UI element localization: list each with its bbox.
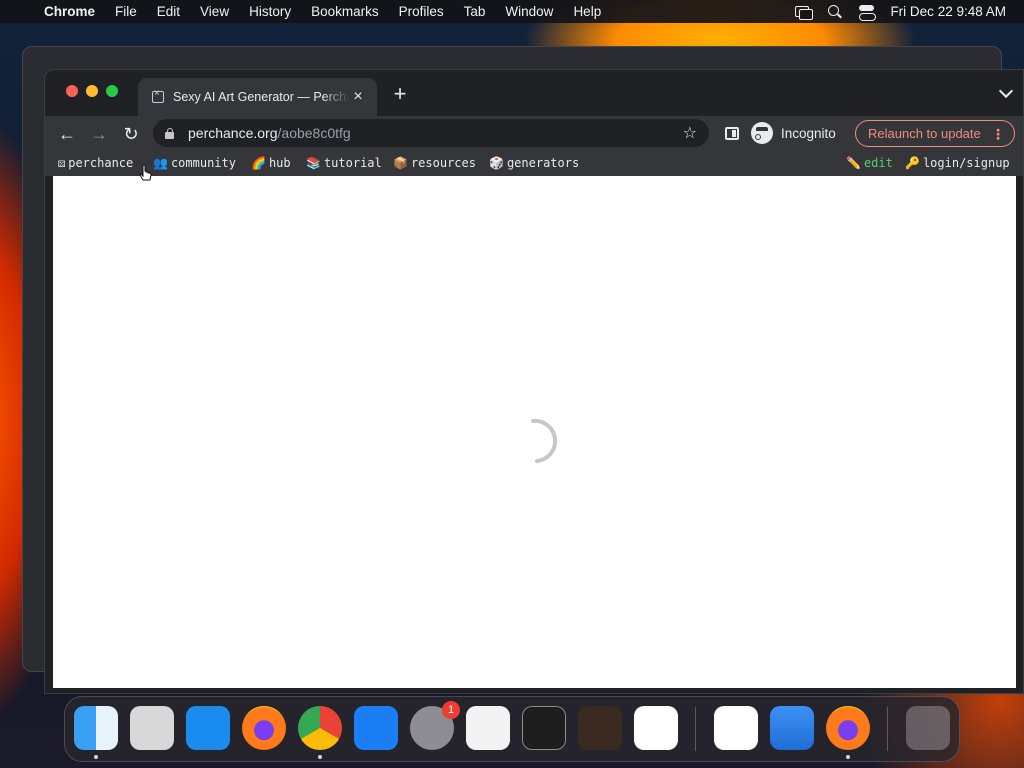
running-indicator (318, 755, 322, 759)
safari-icon[interactable] (186, 706, 230, 750)
perchance-favicon-icon (152, 88, 164, 103)
running-indicator (846, 755, 850, 759)
back-button[interactable]: ← (55, 122, 79, 146)
loading-spinner-icon (531, 418, 558, 463)
weather-icon[interactable] (770, 706, 814, 750)
url-path: /aobe8c0tfg (277, 125, 351, 141)
game-die-icon: 🎲 (489, 156, 504, 170)
mouse-pointer-icon (139, 164, 152, 181)
minimize-window-button[interactable] (86, 85, 98, 97)
relaunch-to-update-button[interactable]: Relaunch to update ⋮ (855, 120, 1015, 147)
menu-edit[interactable]: Edit (147, 4, 190, 19)
incognito-label: Incognito (781, 125, 836, 141)
pencil-icon: ✏️ (846, 156, 861, 170)
relaunch-label: Relaunch to update (868, 126, 981, 141)
bookmarks-bar: ⚄ perchance 👥 community 🌈 hub 📚 tutorial… (45, 152, 1023, 176)
lock-icon[interactable] (165, 127, 174, 139)
trash-icon[interactable] (906, 706, 950, 750)
menu-profiles[interactable]: Profiles (389, 4, 454, 19)
fullscreen-window-button[interactable] (106, 85, 118, 97)
bookmark-perchance[interactable]: ⚄ perchance (58, 156, 133, 170)
notification-badge: 1 (442, 701, 460, 719)
people-icon: 👥 (153, 156, 168, 170)
menu-tab[interactable]: Tab (454, 4, 496, 19)
incognito-profile-button[interactable]: Incognito (751, 120, 844, 146)
incognito-icon (751, 122, 773, 144)
running-indicator (94, 755, 98, 759)
chrome-menu-icon[interactable]: ⋮ (991, 127, 1005, 141)
bookmark-edit[interactable]: ✏️ edit (846, 156, 893, 170)
bookmark-generators[interactable]: 🎲 generators (489, 156, 579, 170)
control-center-icon[interactable] (858, 4, 877, 21)
chrome-window: Sexy AI Art Generator — Perchance × + ← … (44, 69, 1024, 694)
menu-file[interactable]: File (105, 4, 147, 19)
tab-search-chevron-icon[interactable] (998, 83, 1014, 99)
firefox-icon[interactable] (826, 706, 870, 750)
menu-view[interactable]: View (190, 4, 239, 19)
vscode-icon[interactable] (634, 706, 678, 750)
menu-bookmarks[interactable]: Bookmarks (301, 4, 389, 19)
menu-bar: Chrome File Edit View History Bookmarks … (0, 0, 1024, 23)
page-content[interactable] (53, 176, 1016, 688)
system-settings-icon[interactable]: 1 (410, 701, 460, 750)
toolbar: ← → ↻ perchance.org /aobe8c0tfg ☆ Incogn… (45, 116, 1023, 152)
textedit-icon[interactable] (466, 706, 510, 750)
bookmark-hub[interactable]: 🌈 hub (251, 156, 291, 170)
app-store-icon[interactable] (354, 706, 398, 750)
url-host: perchance.org (188, 125, 278, 141)
dock-separator (887, 707, 888, 751)
menu-help[interactable]: Help (563, 4, 611, 19)
address-bar[interactable]: perchance.org /aobe8c0tfg ☆ (153, 119, 709, 147)
tab-title: Sexy AI Art Generator — Perchance (173, 90, 349, 104)
launchpad-icon[interactable] (130, 706, 174, 750)
forward-button[interactable]: → (87, 122, 111, 146)
package-icon: 📦 (393, 156, 408, 170)
spotlight-search-icon[interactable] (826, 4, 844, 19)
new-tab-button[interactable]: + (389, 83, 411, 105)
tab-close-icon[interactable]: × (349, 88, 367, 106)
screen-mirroring-icon[interactable] (794, 5, 814, 20)
key-icon: 🔑 (905, 156, 920, 170)
menu-window[interactable]: Window (495, 4, 563, 19)
finder-icon[interactable] (74, 706, 118, 750)
menu-app-chrome[interactable]: Chrome (40, 4, 105, 19)
dock-separator (695, 707, 696, 751)
side-panel-icon[interactable] (725, 127, 739, 140)
dock: 1 (64, 696, 960, 762)
status-area: Fri Dec 22 9:48 AM (794, 4, 1024, 21)
tab-strip: Sexy AI Art Generator — Perchance × + (45, 70, 1023, 116)
books-icon: 📚 (306, 156, 321, 170)
firefox-icon[interactable] (242, 706, 286, 750)
bookmark-login-signup[interactable]: 🔑 login/signup (905, 156, 1010, 170)
menu-clock[interactable]: Fri Dec 22 9:48 AM (890, 4, 1006, 19)
bookmark-resources[interactable]: 📦 resources (393, 156, 476, 170)
rainbow-icon: 🌈 (251, 156, 266, 170)
tab-active[interactable]: Sexy AI Art Generator — Perchance × (138, 78, 377, 116)
chrome-icon[interactable] (298, 706, 342, 750)
reload-button[interactable]: ↻ (119, 122, 143, 146)
dice-icon: ⚄ (58, 156, 66, 170)
close-window-button[interactable] (66, 85, 78, 97)
garageband-icon[interactable] (578, 706, 622, 750)
visual-studio-icon[interactable] (714, 706, 758, 750)
menu-history[interactable]: History (239, 4, 301, 19)
terminal-icon[interactable] (522, 706, 566, 750)
bookmark-star-icon[interactable]: ☆ (683, 123, 697, 143)
bookmark-community[interactable]: 👥 community (153, 156, 236, 170)
bookmark-tutorial[interactable]: 📚 tutorial (306, 156, 382, 170)
